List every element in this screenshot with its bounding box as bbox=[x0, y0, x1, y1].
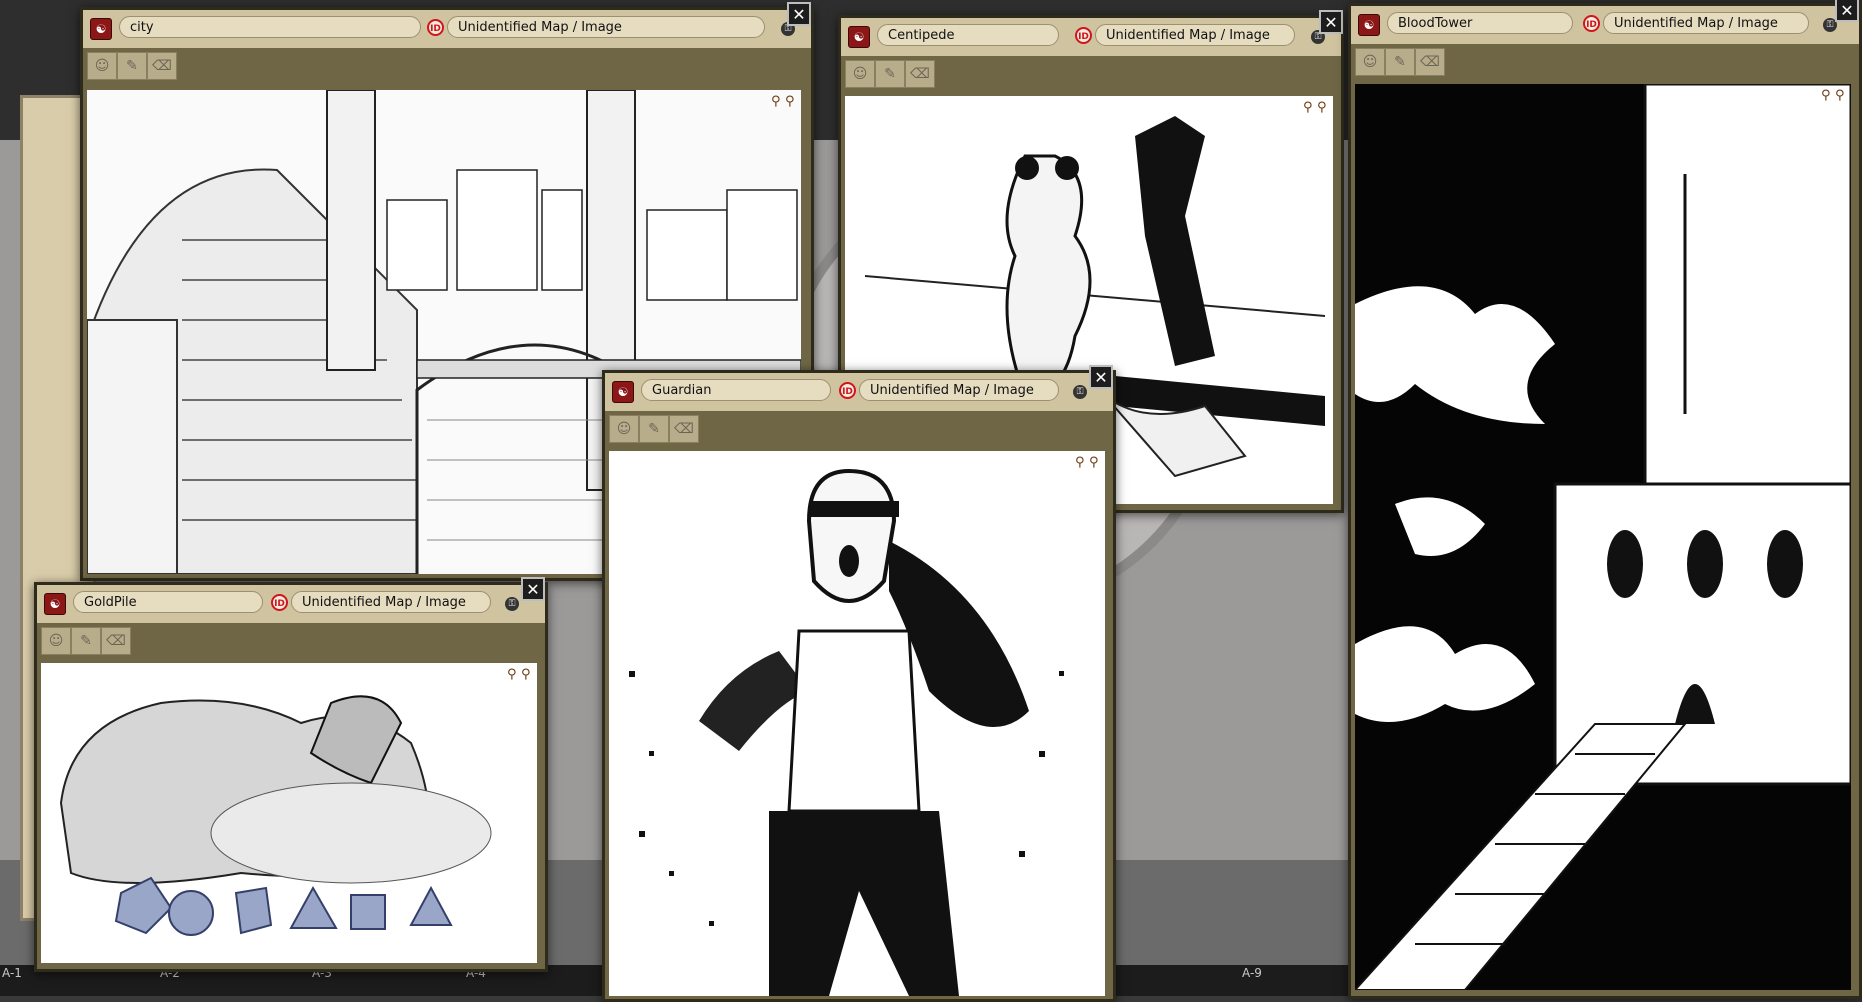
image-window-goldpile[interactable]: ☯ GoldPile ID Unidentified Map / Image ⚿… bbox=[34, 577, 548, 972]
eraser-icon[interactable]: ⌫ bbox=[669, 415, 699, 443]
image-type-label: Unidentified Map / Image bbox=[447, 16, 765, 38]
pencil-icon[interactable]: ✎ bbox=[639, 415, 669, 443]
id-badge-icon[interactable]: ID bbox=[1075, 27, 1092, 44]
pin-icon[interactable]: ⚲ bbox=[1303, 100, 1313, 115]
fantasy-grounds-icon: ☯ bbox=[44, 593, 66, 615]
pencil-icon[interactable]: ✎ bbox=[875, 60, 905, 88]
image-type-label: Unidentified Map / Image bbox=[291, 591, 491, 613]
pointer-icon[interactable]: ⚲ bbox=[1835, 88, 1845, 103]
window-titlebar[interactable]: ☯ BloodTower ID Unidentified Map / Image… bbox=[1351, 6, 1859, 45]
eraser-icon[interactable]: ⌫ bbox=[1415, 48, 1445, 76]
pointer-icon[interactable]: ⚲ bbox=[1089, 455, 1099, 470]
image-name-field[interactable]: Centipede bbox=[877, 24, 1059, 46]
fantasy-grounds-icon: ☯ bbox=[848, 26, 870, 48]
image-type-label: Unidentified Map / Image bbox=[1603, 12, 1809, 34]
image-type-label: Unidentified Map / Image bbox=[1095, 24, 1295, 46]
image-name-field[interactable]: Guardian bbox=[641, 379, 831, 401]
image-window-guardian[interactable]: ☯ Guardian ID Unidentified Map / Image ⚿… bbox=[602, 365, 1116, 1002]
image-name-field[interactable]: city bbox=[119, 16, 421, 38]
pointer-icon[interactable]: ⚲ bbox=[1317, 100, 1327, 115]
id-badge-icon[interactable]: ID bbox=[427, 19, 444, 36]
lock-icon[interactable]: ⚿ bbox=[505, 597, 519, 611]
close-button[interactable]: ✕ bbox=[1089, 365, 1113, 389]
mask-icon[interactable]: ☺ bbox=[845, 60, 875, 88]
id-badge-icon[interactable]: ID bbox=[1583, 15, 1600, 32]
eraser-icon[interactable]: ⌫ bbox=[905, 60, 935, 88]
goldpile-illustration bbox=[41, 663, 537, 963]
image-bloodtower[interactable]: ⚲ ⚲ bbox=[1355, 84, 1851, 990]
mask-icon[interactable]: ☺ bbox=[609, 415, 639, 443]
id-badge-icon[interactable]: ID bbox=[271, 594, 288, 611]
image-name-field[interactable]: GoldPile bbox=[73, 591, 263, 613]
lock-icon[interactable]: ⚿ bbox=[1073, 385, 1087, 399]
close-button[interactable]: ✕ bbox=[1835, 0, 1859, 22]
mask-icon[interactable]: ☺ bbox=[41, 627, 71, 655]
mask-icon[interactable]: ☺ bbox=[1355, 48, 1385, 76]
fantasy-grounds-icon: ☯ bbox=[612, 381, 634, 403]
pointer-icon[interactable]: ⚲ bbox=[785, 94, 795, 109]
image-name-field[interactable]: BloodTower bbox=[1387, 12, 1573, 34]
eraser-icon[interactable]: ⌫ bbox=[147, 52, 177, 80]
pencil-icon[interactable]: ✎ bbox=[71, 627, 101, 655]
image-toolbar: ☺ ✎ ⌫ bbox=[1351, 44, 1859, 78]
image-goldpile[interactable]: ⚲ ⚲ bbox=[41, 663, 537, 963]
pin-icon[interactable]: ⚲ bbox=[507, 667, 517, 682]
id-badge-icon[interactable]: ID bbox=[839, 382, 856, 399]
mask-icon[interactable]: ☺ bbox=[87, 52, 117, 80]
pin-icon[interactable]: ⚲ bbox=[1075, 455, 1085, 470]
pencil-icon[interactable]: ✎ bbox=[117, 52, 147, 80]
image-window-bloodtower[interactable]: ☯ BloodTower ID Unidentified Map / Image… bbox=[1348, 0, 1862, 999]
close-button[interactable]: ✕ bbox=[1319, 10, 1343, 34]
guardian-illustration bbox=[609, 451, 1105, 996]
image-guardian[interactable]: ⚲ ⚲ bbox=[609, 451, 1105, 996]
pin-icon[interactable]: ⚲ bbox=[771, 94, 781, 109]
eraser-icon[interactable]: ⌫ bbox=[101, 627, 131, 655]
window-titlebar[interactable]: ☯ Centipede ID Unidentified Map / Image … bbox=[841, 18, 1341, 57]
close-button[interactable]: ✕ bbox=[787, 2, 811, 26]
image-type-label: Unidentified Map / Image bbox=[859, 379, 1059, 401]
close-button[interactable]: ✕ bbox=[521, 577, 545, 601]
pin-icon[interactable]: ⚲ bbox=[1821, 88, 1831, 103]
window-titlebar[interactable]: ☯ Guardian ID Unidentified Map / Image ⚿ bbox=[605, 373, 1113, 412]
fantasy-grounds-icon: ☯ bbox=[90, 18, 112, 40]
pointer-icon[interactable]: ⚲ bbox=[521, 667, 531, 682]
window-titlebar[interactable]: ☯ GoldPile ID Unidentified Map / Image ⚿ bbox=[37, 585, 545, 624]
image-toolbar: ☺ ✎ ⌫ bbox=[605, 411, 1113, 445]
image-toolbar: ☺ ✎ ⌫ bbox=[37, 623, 545, 657]
window-titlebar[interactable]: ☯ city ID Unidentified Map / Image ⚿ bbox=[83, 10, 811, 49]
image-toolbar: ☺ ✎ ⌫ bbox=[83, 48, 811, 82]
hotkey-label[interactable]: A-1 bbox=[2, 966, 22, 980]
hotkey-label[interactable]: A-9 bbox=[1242, 966, 1262, 980]
image-toolbar: ☺ ✎ ⌫ bbox=[841, 56, 1341, 90]
fantasy-grounds-icon: ☯ bbox=[1358, 14, 1380, 36]
bloodtower-illustration bbox=[1355, 84, 1851, 990]
pencil-icon[interactable]: ✎ bbox=[1385, 48, 1415, 76]
